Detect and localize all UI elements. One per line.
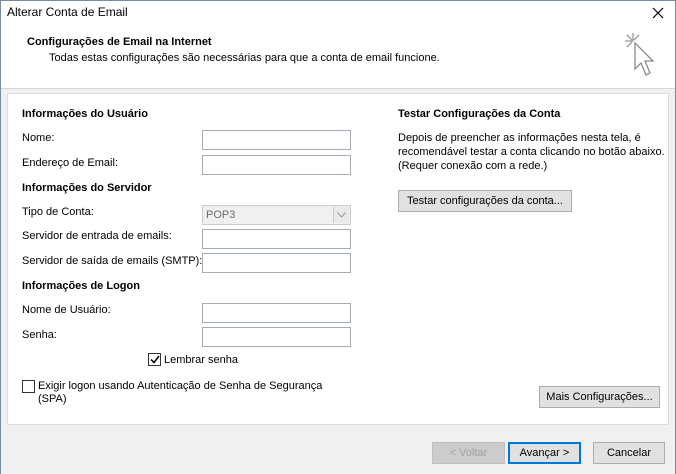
back-button[interactable]: < Voltar (432, 442, 505, 464)
account-type-value: POP3 (206, 209, 236, 221)
header-subtitle: Todas estas configurações são necessária… (49, 52, 440, 64)
wizard-footer: < Voltar Avançar > Cancelar (1, 426, 675, 474)
test-settings-title: Testar Configurações da Conta (398, 108, 561, 120)
cancel-button[interactable]: Cancelar (593, 442, 665, 464)
password-label: Senha: (22, 329, 57, 341)
chevron-down-icon (333, 207, 349, 223)
name-field[interactable] (202, 130, 351, 150)
spa-label: Exigir logon usando Autenticação de Senh… (38, 380, 322, 406)
test-desc-line2: recomendável testar a conta clicando no … (398, 146, 665, 158)
test-desc-line1: Depois de preencher as informações nesta… (398, 132, 641, 144)
title-bar: Alterar Conta de Email (1, 1, 675, 25)
spa-label-line2: (SPA) (38, 393, 67, 405)
outgoing-server-field[interactable] (202, 253, 351, 273)
remember-password-label: Lembrar senha (164, 354, 238, 366)
email-field[interactable] (202, 155, 351, 175)
outgoing-server-label: Servidor de saída de emails (SMTP): (22, 255, 203, 267)
header-title: Configurações de Email na Internet (27, 36, 212, 48)
username-label: Nome de Usuário: (22, 304, 111, 316)
email-label: Endereço de Email: (22, 157, 118, 169)
name-label: Nome: (22, 132, 55, 144)
server-info-title: Informações do Servidor (22, 182, 152, 194)
incoming-server-field[interactable] (202, 229, 351, 249)
more-settings-button[interactable]: Mais Configurações... (539, 386, 660, 408)
wizard-header: Configurações de Email na Internet Todas… (1, 25, 675, 89)
account-type-select: POP3 (202, 205, 351, 225)
test-description: Depois de preencher as informações nesta… (398, 131, 668, 173)
close-icon (652, 7, 664, 19)
spa-checkbox[interactable] (22, 380, 35, 393)
username-field[interactable] (202, 303, 351, 323)
incoming-server-label: Servidor de entrada de emails: (22, 230, 172, 242)
next-button[interactable]: Avançar > (508, 442, 581, 464)
account-type-label: Tipo de Conta: (22, 206, 94, 218)
wizard-body: Informações do Usuário Nome: Endereço de… (1, 90, 675, 426)
checkmark-icon (149, 355, 160, 364)
spa-label-line1: Exigir logon usando Autenticação de Senh… (38, 380, 323, 392)
test-desc-line3: (Requer conexão com a rede.) (398, 160, 548, 172)
logon-info-title: Informações de Logon (22, 280, 140, 292)
test-account-button[interactable]: Testar configurações da conta... (398, 190, 572, 212)
window-title: Alterar Conta de Email (7, 5, 128, 19)
settings-panel: Informações do Usuário Nome: Endereço de… (7, 93, 669, 425)
password-field[interactable] (202, 327, 351, 347)
close-button[interactable] (641, 1, 675, 25)
remember-password-checkbox[interactable] (148, 353, 161, 366)
user-info-title: Informações do Usuário (22, 108, 148, 120)
dialog-window: Alterar Conta de Email Configurações de … (0, 0, 676, 474)
cursor-sparkle-icon (625, 33, 655, 76)
